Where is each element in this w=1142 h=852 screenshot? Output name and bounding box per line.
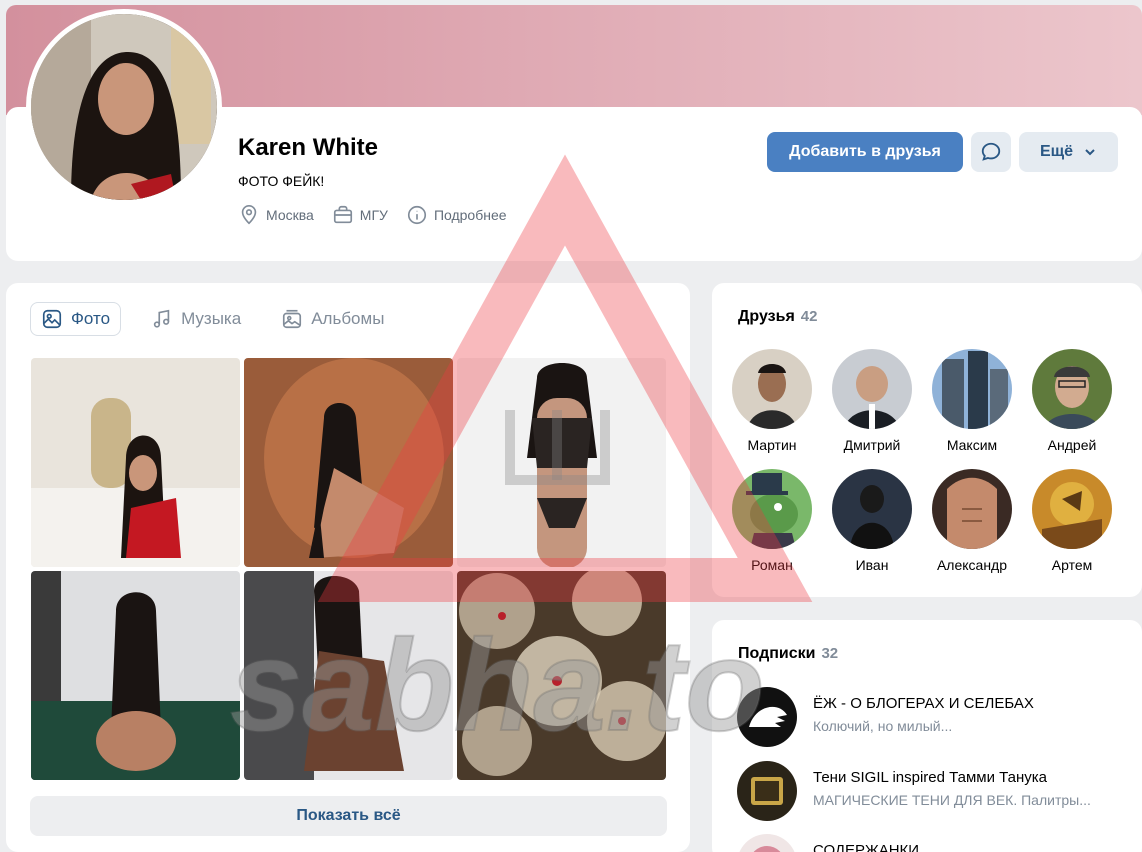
friend-avatar xyxy=(832,349,912,429)
photo-thumbnail[interactable] xyxy=(457,358,666,567)
details-label: Подробнее xyxy=(433,207,507,223)
profile-avatar[interactable] xyxy=(26,9,222,205)
friend-avatar xyxy=(1032,469,1112,549)
friend-item[interactable]: Александр xyxy=(927,469,1017,573)
friends-count: 42 xyxy=(800,308,818,325)
add-friend-button[interactable]: Добавить в друзья xyxy=(767,132,963,172)
subscription-name: Тени SIGIL inspired Тамми Танука xyxy=(813,769,1048,786)
subscriptions-count: 32 xyxy=(821,645,839,662)
friend-item[interactable]: Мартин xyxy=(727,349,817,453)
more-label: Ещё xyxy=(1039,143,1074,160)
friend-name: Иван xyxy=(855,557,889,573)
friend-avatar xyxy=(832,469,912,549)
photo-thumbnail[interactable] xyxy=(244,571,453,780)
subscription-name: СОДЕРЖАНКИ xyxy=(813,842,920,852)
tab-music-label: Музыка xyxy=(181,309,242,328)
photo-thumbnail[interactable] xyxy=(31,358,240,567)
friend-item[interactable]: Роман xyxy=(727,469,817,573)
subscription-desc: МАГИЧЕСКИЕ ТЕНИ ДЛЯ ВЕК. Палитры... xyxy=(813,792,1091,808)
friends-title-label: Друзья xyxy=(738,308,795,325)
friends-title[interactable]: Друзья 42 xyxy=(738,308,817,326)
tab-photos-label: Фото xyxy=(71,309,111,328)
briefcase-icon xyxy=(333,205,352,224)
subscription-item[interactable]: ЁЖ - О БЛОГЕРАХ И СЕЛЕБАХ Колючий, но ми… xyxy=(737,687,1118,747)
message-button[interactable] xyxy=(971,132,1011,172)
subscription-avatar xyxy=(737,834,797,852)
friend-name: Андрей xyxy=(1047,437,1097,453)
location-item[interactable]: Москва xyxy=(238,204,314,226)
subscription-avatar xyxy=(737,687,797,747)
friend-avatar xyxy=(932,469,1012,549)
location-pin-icon xyxy=(241,205,257,225)
profile-name: Karen White xyxy=(238,134,379,161)
subscription-desc: Колючий, но милый... xyxy=(813,718,953,734)
friend-name: Артем xyxy=(1051,557,1093,573)
friend-avatar xyxy=(732,349,812,429)
music-note-icon xyxy=(153,309,170,328)
education-item[interactable]: МГУ xyxy=(332,204,388,226)
chevron-down-icon xyxy=(1085,149,1095,156)
photo-thumbnail[interactable] xyxy=(31,571,240,780)
friend-avatar xyxy=(732,469,812,549)
show-all-photos-button[interactable]: Показать всё xyxy=(30,796,667,836)
friend-name: Максим xyxy=(946,437,998,453)
details-link[interactable]: Подробнее xyxy=(406,204,507,226)
tab-albums-label: Альбомы xyxy=(311,309,385,328)
subscription-name: ЁЖ - О БЛОГЕРАХ И СЕЛЕБАХ xyxy=(813,695,1034,712)
info-icon xyxy=(407,205,427,225)
friend-name: Александр xyxy=(936,557,1008,573)
tab-music[interactable]: Музыка xyxy=(141,302,251,336)
image-icon xyxy=(42,309,62,329)
photo-thumbnail[interactable] xyxy=(457,571,666,780)
tab-photos[interactable]: Фото xyxy=(30,302,122,336)
subscriptions-title[interactable]: Подписки 32 xyxy=(738,645,838,663)
friend-avatar xyxy=(1032,349,1112,429)
subscription-item[interactable]: СОДЕРЖАНКИ xyxy=(737,834,919,852)
friend-item[interactable]: Артем xyxy=(1027,469,1117,573)
location-label: Москва xyxy=(266,207,314,223)
education-label: МГУ xyxy=(359,207,388,223)
subscription-avatar xyxy=(737,761,797,821)
friend-item[interactable]: Максим xyxy=(927,349,1017,453)
more-button[interactable]: Ещё xyxy=(1019,132,1118,172)
photo-thumbnail[interactable] xyxy=(244,358,453,567)
subscription-item[interactable]: Тени SIGIL inspired Тамми Танука МАГИЧЕС… xyxy=(737,761,1118,821)
friend-name: Дмитрий xyxy=(843,437,901,453)
friend-item[interactable]: Дмитрий xyxy=(827,349,917,453)
subscriptions-title-label: Подписки xyxy=(738,645,816,662)
friend-item[interactable]: Иван xyxy=(827,469,917,573)
tab-albums[interactable]: Альбомы xyxy=(271,302,394,336)
profile-info-row: Москва МГУ Подробнее xyxy=(238,204,507,226)
chat-bubble-icon xyxy=(981,142,1001,161)
profile-status: ФОТО ФЕЙК! xyxy=(238,173,325,189)
albums-icon xyxy=(283,309,302,329)
friend-avatar xyxy=(932,349,1012,429)
friend-name: Роман xyxy=(751,557,793,573)
friend-name: Мартин xyxy=(747,437,797,453)
friend-item[interactable]: Андрей xyxy=(1027,349,1117,453)
photos-tabs: Фото Музыка Альбомы xyxy=(30,302,394,336)
